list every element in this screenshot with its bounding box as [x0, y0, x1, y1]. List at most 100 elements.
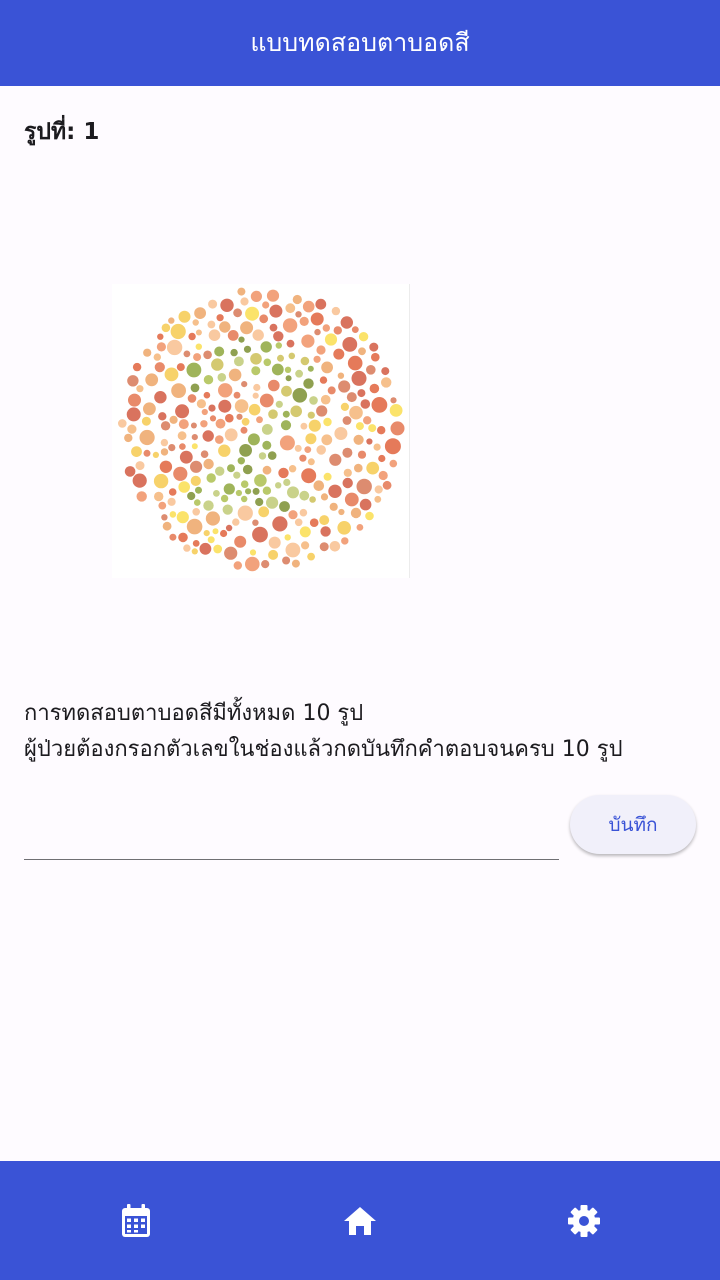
plate-dot: [187, 491, 196, 501]
plate-dot: [333, 326, 342, 335]
plate-dot: [175, 404, 190, 419]
plate-dot: [259, 314, 269, 324]
gear-icon: [568, 1204, 600, 1237]
plate-dot: [207, 536, 215, 544]
plate-dot: [303, 378, 314, 389]
plate-dot: [201, 408, 208, 416]
plate-dot: [271, 363, 284, 376]
plate-dot: [127, 424, 137, 434]
plate-dot: [217, 373, 227, 382]
plate-dot: [168, 317, 175, 324]
plate-dot: [255, 497, 264, 507]
plate-dot: [279, 435, 295, 451]
plate-dot: [211, 358, 224, 371]
plate-dot: [213, 490, 220, 497]
plate-dot: [301, 468, 317, 484]
plate-dot: [213, 544, 223, 554]
plate-dot: [258, 452, 267, 460]
nav-item-home[interactable]: [240, 1161, 480, 1280]
plate-dot: [250, 290, 262, 302]
plate-dot: [355, 422, 364, 431]
plate-dot: [227, 330, 239, 341]
plate-dot: [390, 421, 405, 436]
plate-dot: [252, 526, 268, 543]
plate-dot: [384, 438, 401, 455]
plate-dot: [136, 385, 144, 393]
plate-dot: [366, 365, 376, 375]
plate-dot: [216, 314, 224, 322]
calendar-icon: [122, 1203, 150, 1237]
plate-dot: [167, 497, 176, 506]
plate-dot: [251, 366, 261, 376]
plate-dot: [215, 466, 225, 476]
plate-dot: [290, 405, 302, 418]
plate-dot: [161, 514, 168, 521]
plate-dot: [262, 486, 272, 495]
plate-dot: [307, 365, 314, 372]
plate-dot: [191, 548, 198, 555]
plate-dot: [316, 345, 326, 355]
save-button[interactable]: บันทึก: [570, 795, 696, 854]
plate-dot: [349, 405, 363, 420]
plate-dot: [390, 397, 397, 404]
plate-dot: [378, 454, 386, 463]
plate-dot: [319, 542, 329, 552]
plate-dot: [323, 472, 332, 481]
plate-dot: [285, 542, 301, 558]
plate-dot: [209, 415, 217, 422]
plate-dot: [337, 372, 345, 379]
plate-dot: [252, 519, 259, 526]
plate-dot: [250, 353, 262, 365]
plate-dot: [239, 444, 252, 457]
plate-dot: [365, 511, 374, 521]
plate-dot: [323, 417, 332, 427]
plate-dot: [327, 386, 336, 395]
plate-dot: [208, 299, 218, 309]
plate-dot: [288, 465, 297, 473]
plate-dot: [124, 433, 133, 443]
plate-dot: [241, 417, 250, 426]
plate-dot: [158, 501, 167, 510]
plate-dot: [316, 445, 326, 455]
plate-dot: [321, 361, 333, 374]
plate-dot: [259, 393, 274, 408]
plate-dot: [202, 430, 214, 442]
answer-input[interactable]: [24, 806, 559, 860]
home-icon: [344, 1206, 376, 1235]
plate-dot: [378, 470, 388, 481]
plate-dot: [233, 391, 241, 399]
app-bar: แบบทดสอบตาบอดสี: [0, 0, 720, 86]
plate-dot: [269, 304, 283, 318]
plate-dot: [338, 508, 345, 516]
plate-dot: [307, 411, 315, 419]
plate-dot: [309, 518, 319, 527]
plate-dot: [263, 358, 272, 367]
plate-dot: [315, 298, 327, 310]
app-title: แบบทดสอบตาบอดสี: [250, 28, 470, 57]
plate-dot: [357, 389, 366, 398]
plate-dot: [176, 363, 185, 372]
plate-dot: [374, 495, 382, 503]
plate-dot: [218, 444, 231, 457]
plate-dot: [371, 397, 388, 413]
image-number-label: รูปที่: 1: [24, 119, 100, 145]
plate-dot: [342, 416, 352, 425]
nav-item-calendar[interactable]: [16, 1161, 256, 1280]
plate-dot: [280, 420, 292, 431]
plate-dot: [284, 366, 292, 373]
plate-dot: [346, 392, 357, 403]
plate-dot: [171, 383, 186, 398]
plate-dot: [127, 375, 139, 387]
plate-dot: [282, 410, 290, 418]
plate-dot: [307, 458, 315, 466]
plate-dot: [333, 348, 345, 360]
plate-dot: [262, 440, 272, 450]
plate-dot: [277, 354, 284, 362]
plate-dot: [285, 375, 292, 382]
nav-item-settings[interactable]: [464, 1161, 704, 1280]
plate-dot: [281, 385, 292, 397]
plate-dot: [240, 480, 249, 488]
plate-dot: [252, 487, 260, 495]
plate-dot: [353, 434, 364, 445]
plate-dot: [215, 435, 224, 444]
